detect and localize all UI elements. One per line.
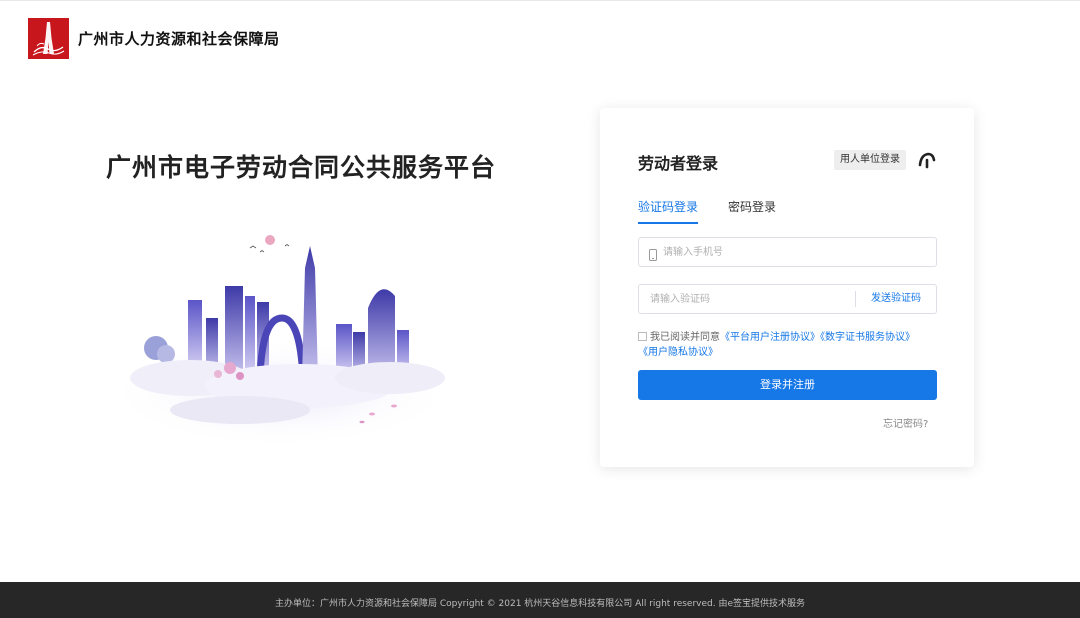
agreement-checkbox[interactable]	[638, 332, 647, 341]
agreement-prefix: 我已阅读并同意	[650, 332, 720, 343]
login-tabs: 验证码登录 密码登录	[638, 198, 806, 224]
agreement: 我已阅读并同意《平台用户注册协议》《数字证书服务协议》《用户隐私协议》	[638, 330, 938, 360]
phone-field	[638, 237, 937, 267]
forgot-password-link[interactable]: 忘记密码?	[883, 415, 928, 430]
login-title: 劳动者登录	[638, 154, 719, 173]
canton-tower-logo-icon	[28, 18, 69, 59]
login-register-button[interactable]: 登录并注册	[638, 370, 937, 400]
employer-login-button[interactable]: 用人单位登录	[834, 150, 906, 170]
login-card: 劳动者登录 用人单位登录 验证码登录 密码登录 发送验证码	[600, 108, 974, 467]
tab-code-login[interactable]: 验证码登录	[638, 198, 699, 224]
code-input[interactable]	[639, 285, 855, 313]
login-page: 广州市人力资源和社会保障局 广州市电子劳动合同公共服务平台 劳动者登录 用人单位…	[0, 0, 1080, 618]
site-footer: 主办单位：广州市人力资源和社会保障局 Copyright © 2021 杭州天谷…	[0, 582, 1080, 618]
city-skyline-illustration	[100, 228, 460, 448]
footer-text: 主办单位：广州市人力资源和社会保障局 Copyright © 2021 杭州天谷…	[274, 599, 805, 609]
phone-icon	[648, 246, 658, 261]
code-field: 发送验证码	[638, 284, 937, 314]
send-code-button[interactable]: 发送验证码	[855, 291, 936, 307]
certificate-agreement-link[interactable]: 《数字证书服务协议》	[820, 332, 915, 343]
register-agreement-link[interactable]: 《平台用户注册协议》	[720, 332, 820, 343]
phone-input[interactable]	[663, 238, 936, 266]
privacy-agreement-link[interactable]: 《用户隐私协议》	[638, 347, 718, 358]
org-name: 广州市人力资源和社会保障局	[78, 30, 280, 48]
platform-title: 广州市电子劳动合同公共服务平台	[106, 153, 497, 182]
tab-password-login[interactable]: 密码登录	[728, 198, 776, 224]
top-border	[0, 0, 1080, 1]
site-header: 广州市人力资源和社会保障局	[28, 18, 280, 59]
account-switch-icon[interactable]	[918, 151, 936, 169]
